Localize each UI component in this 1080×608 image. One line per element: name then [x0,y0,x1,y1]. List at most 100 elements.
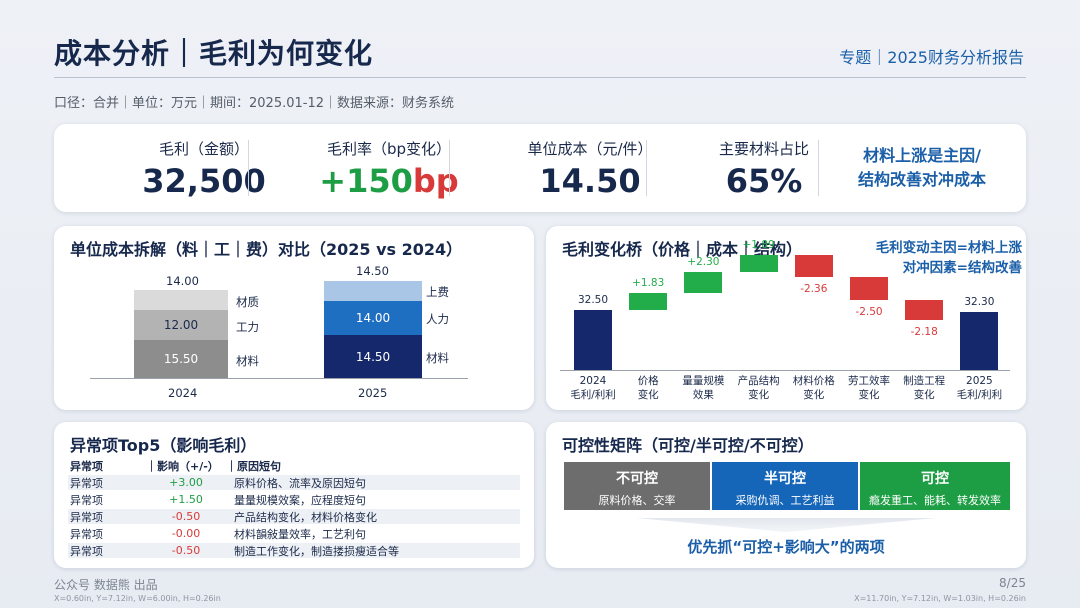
cell-item: 异常项 [70,527,103,541]
cell-reason: 产品结构变化，材料价格变化 [234,510,377,524]
header-impact: ｜影响（+/-） [146,459,219,473]
bar-2025-seg-mid: 14.00 [324,301,422,335]
header-item: 异常项 [70,459,103,473]
matrix-cell-sub: 原料价格、交率 [598,494,676,507]
baseline [90,378,468,379]
waterfall-bar [850,276,888,300]
page-number: 8/25 [999,576,1026,590]
table-row: 异常项 +3.00 原料价格、流率及原因短句 [68,475,520,490]
bar-2025-seg-top-label: 上费 [426,285,449,299]
cell-impact: -0.00 [171,527,201,540]
waterfall-value-label: +1.83 [632,277,665,290]
bar-total-2025: 14.50 [356,264,389,278]
matrix-conclusion: 优先抓“可控+影响大”的两项 [687,538,885,556]
kpi-value-margin-bp: +150bp [299,162,479,200]
waterfall-bar [794,254,833,277]
footer-coord-right: X=11.70in, Y=7.12in, W=1.03in, H=0.26in [854,594,1026,603]
unit-cost-card: 单位成本拆解（料｜工｜费）对比（2025 vs 2024） 14.00 12.0… [54,226,534,410]
page-title: 成本分析｜毛利为何变化 [54,37,374,70]
kpi-divider [646,140,647,196]
kpi-divider [818,140,819,196]
footer-source: 公众号 数据熊 出品 [54,578,158,592]
kpi-margin-plus: +150 [319,162,413,200]
report-label: 专题｜2025财务分析报告 [839,48,1024,67]
kpi-card: 毛利（金额） 32,500 毛利率（bp变化） +150bp 单位成本（元/件）… [54,124,1026,212]
matrix-cell-controllable: 可控 瘾发重工、能耗、转发效率 [860,462,1010,510]
bar-2025-seg-mid-label: 人力 [426,312,449,326]
waterfall-value-label: -2.18 [910,325,938,338]
waterfall-bar [629,293,668,311]
anomalies-header: 异常项 ｜影响（+/-） ｜原因短句 [68,458,520,473]
waterfall-value-label: +1.89 [742,238,775,251]
bar-2024-seg-mid: 12.00 [134,310,228,340]
bar-year-2025: 2025 [358,386,388,400]
cell-reason: 制造工作变化，制造搂损瘦适合等 [234,544,399,558]
cell-impact: +3.00 [169,476,203,489]
table-row: 异常项 -0.50 制造工作变化，制造搂损瘦适合等 [68,543,520,558]
kpi-value-gross-profit: 32,500 [142,162,266,200]
waterfall-value-label: -2.50 [855,305,883,318]
priority-arrow [636,518,936,532]
cell-item: 异常项 [70,544,103,558]
bar-2025-seg-base-label: 材料 [426,351,449,365]
waterfall-bar [960,312,999,370]
waterfall-note-line-1: 毛利变动主因=材料上涨 [875,240,1022,256]
cell-reason: 材料韻敍量效率，工艺利句 [234,527,366,541]
waterfall-baseline [560,370,1010,371]
matrix-title: 可控性矩阵（可控/半可控/不可控） [562,436,814,455]
waterfall-note: 毛利变动主因=材料上涨 对冲因素=结构改善 [832,238,1022,278]
waterfall-value-label: +2.30 [687,256,720,269]
waterfall-bar [739,254,778,273]
matrix-cell-title: 半可控 [764,471,806,487]
header-reason: ｜原因短句 [226,459,281,473]
matrix-cell-uncontrollable: 不可控 原料价格、交率 [564,462,710,510]
waterfall-card: 毛利变化桥（价格｜成本｜结构） 毛利变动主因=材料上涨 对冲因素=结构改善 32… [546,226,1026,410]
anomalies-card: 异常项Top5（影响毛利） 异常项 ｜影响（+/-） ｜原因短句 异常项 +3.0… [54,422,534,568]
bar-2024-seg-mid-label: 工力 [236,320,259,334]
matrix-cell-title: 不可控 [616,471,658,487]
bar-2024-seg-top-label: 材质 [236,295,259,309]
bar-2024-seg-base: 15.50 [134,340,228,378]
table-row: 异常项 -0.00 材料韻敍量效率，工艺利句 [68,526,520,541]
table-row: 异常项 -0.50 产品结构变化，材料价格变化 [68,509,520,524]
kpi-value-unit-cost: 14.50 [539,162,641,200]
header-divider [54,77,1026,78]
matrix-cell-semi: 半可控 采购仇调、工艺利益 [712,462,858,510]
kpi-label-gross-profit: 毛利（金额） [158,140,249,158]
bar-2024-seg-base-label: 材料 [236,354,259,368]
cell-item: 异常项 [70,476,103,490]
waterfall-value-label: 32.50 [577,294,609,307]
kpi-margin-unit: bp [412,162,459,200]
cell-reason: 原料价格、流率及原因短句 [234,476,366,490]
cell-item: 异常项 [70,510,103,524]
cell-reason: 量量规模效案，应程度短句 [234,493,366,507]
cell-impact: -0.50 [171,510,201,523]
waterfall-value-label: 32.30 [964,296,995,309]
kpi-divider [248,140,249,196]
bar-total-2024: 14.00 [166,274,199,288]
cell-impact: -0.50 [171,544,201,557]
waterfall-bar [574,310,612,370]
waterfall-value-label: -2.36 [800,282,828,295]
kpi-label-unit-cost: 单位成本（元/件） [527,140,653,158]
cell-item: 异常项 [70,493,103,507]
matrix-cell-sub: 采购仇调、工艺利益 [735,494,835,507]
waterfall-category-label: 2025 毛利/利利 [956,375,1003,401]
cell-impact: +1.50 [169,493,203,506]
kpi-conclusion-line-2: 结构改善对冲成本 [857,170,986,189]
unit-cost-title: 单位成本拆解（料｜工｜费）对比（2025 vs 2024） [70,240,463,259]
kpi-label-margin-bp: 毛利率（bp变化） [326,140,452,158]
kpi-divider [449,140,450,196]
bar-2024-seg-top [134,290,228,310]
kpi-conclusion-line-1: 材料上涨是主因/ [863,146,981,165]
anomalies-title: 异常项Top5（影响毛利） [70,436,257,455]
footer-coord-left: X=0.60in, Y=7.12in, W=6.00in, H=0.26in [54,594,221,603]
kpi-conclusion: 材料上涨是主因/ 结构改善对冲成本 [822,144,1022,192]
scope-line: 口径：合并｜单位：万元｜期间：2025.01-12｜数据来源：财务系统 [54,96,454,111]
waterfall-bar [905,299,944,320]
bar-2025-seg-base: 14.50 [324,335,422,378]
matrix-cell-sub: 瘾发重工、能耗、转发效率 [869,494,1001,507]
table-row: 异常项 +1.50 量量规模效案，应程度短句 [68,492,520,507]
waterfall-bar [684,272,723,294]
bar-year-2024: 2024 [168,386,198,400]
